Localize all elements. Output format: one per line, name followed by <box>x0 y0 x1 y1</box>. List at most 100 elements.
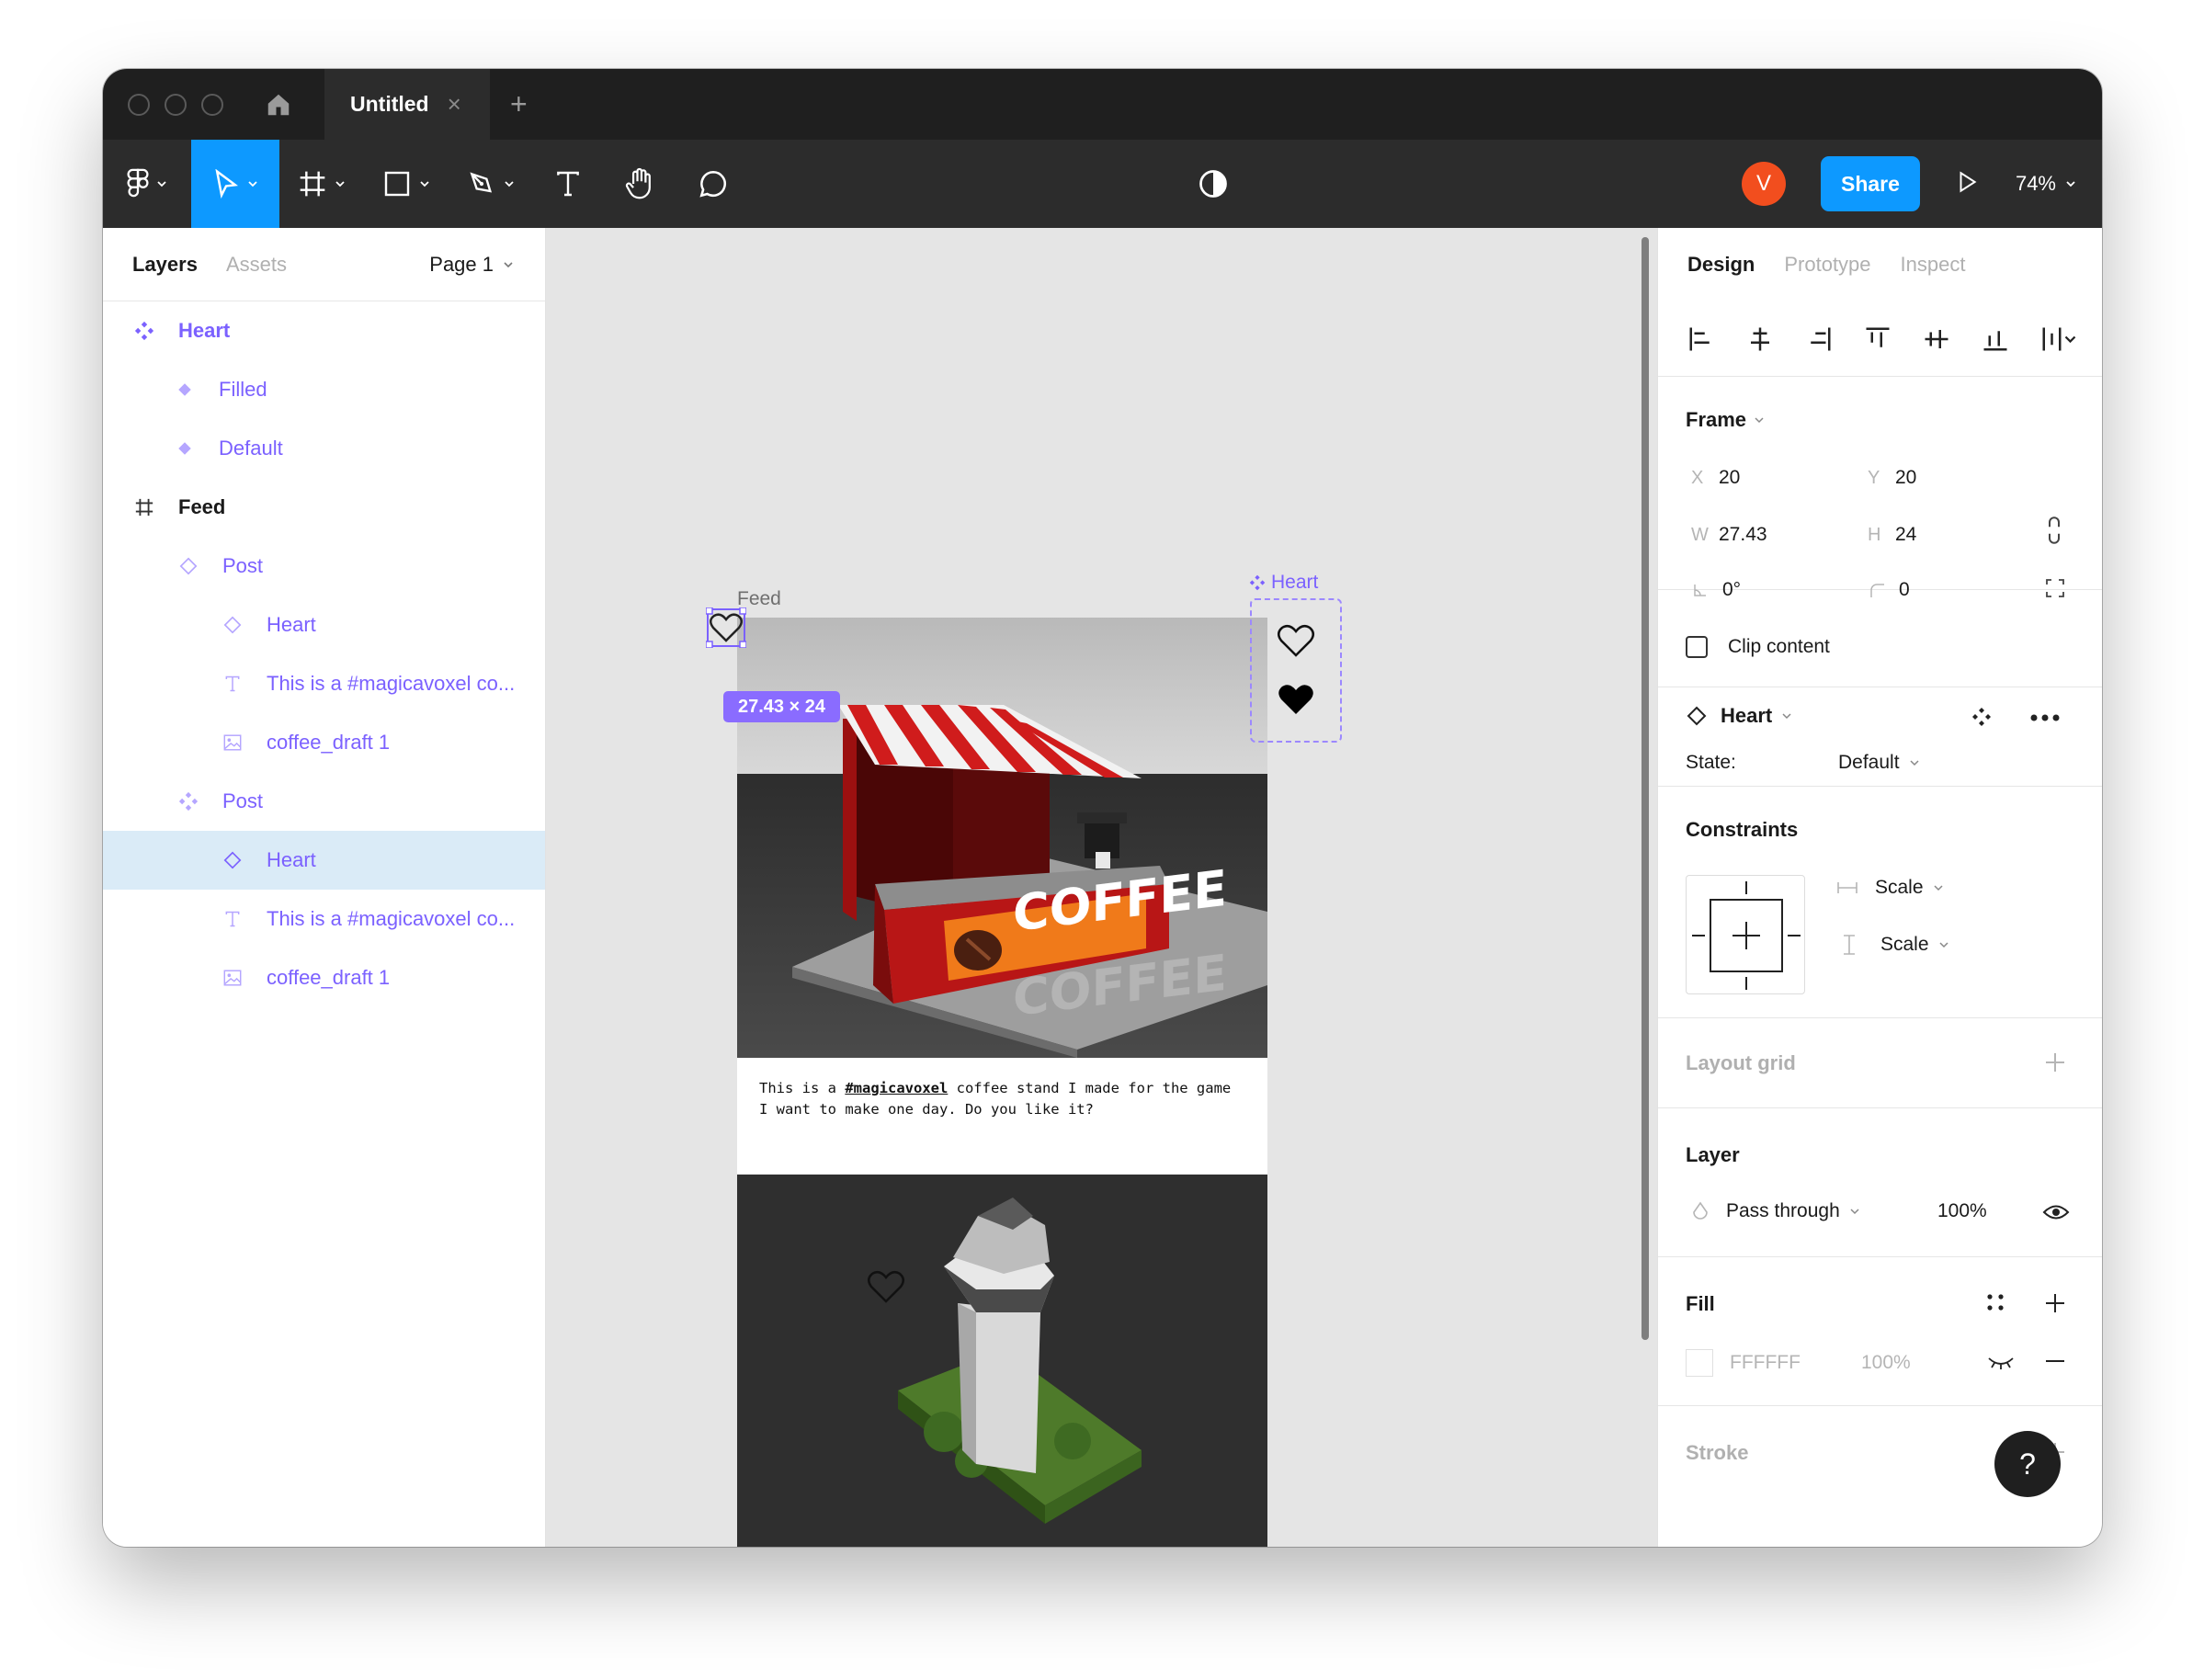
distribute-icon[interactable] <box>2039 325 2079 353</box>
align-vertical-center-icon[interactable] <box>1921 325 1952 353</box>
file-tab[interactable]: Untitled × <box>324 69 490 140</box>
tab-design[interactable]: Design <box>1687 253 1755 277</box>
layer-row-filled[interactable]: Filled <box>103 360 545 419</box>
tab-close-icon[interactable]: × <box>448 90 461 119</box>
image-icon <box>222 732 243 753</box>
text-icon <box>222 674 243 694</box>
fill-styles-icon[interactable] <box>1985 1292 2005 1312</box>
clip-content-checkbox[interactable]: Clip content <box>1686 636 1830 658</box>
corner-radius-field[interactable]: 0 <box>1868 579 1910 601</box>
layer-row-coffee-image-2[interactable]: coffee_draft 1 <box>103 948 545 1007</box>
layer-row-post-instance[interactable]: Post <box>103 537 545 596</box>
avatar[interactable]: V <box>1741 162 1786 206</box>
constraint-h-value: Scale <box>1875 877 1924 898</box>
frame-tool-button[interactable] <box>279 140 364 228</box>
canvas-scrollbar[interactable] <box>1642 237 1649 1340</box>
layer-row-caption-text[interactable]: This is a #magicavoxel co... <box>103 654 545 713</box>
play-icon <box>1960 170 1977 193</box>
layer-section: Layer Pass through 100% <box>1658 1108 2102 1257</box>
fill-opacity: 100% <box>1860 1352 1911 1373</box>
heart-instance-post2[interactable] <box>866 1268 906 1310</box>
go-to-main-component-icon[interactable] <box>1971 706 1993 728</box>
new-tab-button[interactable]: + <box>510 87 528 121</box>
constraints-widget[interactable] <box>1686 875 1805 994</box>
horizontal-constraint-icon <box>1837 882 1857 893</box>
add-fill-icon[interactable] <box>2044 1292 2066 1314</box>
coffee-stand-image[interactable]: COFFEE COFFEE <box>737 618 1267 1058</box>
hand-tool-button[interactable] <box>603 140 676 228</box>
state-dropdown[interactable]: Default <box>1838 752 1920 774</box>
align-right-icon[interactable] <box>1803 325 1835 353</box>
layer-row-post-component[interactable]: Post <box>103 772 545 831</box>
move-tool-button[interactable] <box>191 140 279 228</box>
hidden-eye-icon[interactable] <box>1987 1355 2015 1369</box>
heart-instance-selected[interactable] <box>705 607 747 653</box>
frame-section: Frame X 20 Y 20 W 27.43 H 24 <box>1658 377 2102 590</box>
rotation-field[interactable]: 0° <box>1691 579 1741 601</box>
chevron-down-icon <box>1782 713 1791 720</box>
height-field[interactable]: H 24 <box>1868 524 1916 546</box>
comment-tool-button[interactable] <box>676 140 750 228</box>
page-name: Page 1 <box>429 252 494 276</box>
layer-row-heart-instance[interactable]: Heart <box>103 596 545 654</box>
clip-content-label: Clip content <box>1728 636 1830 657</box>
page-selector[interactable]: Page 1 <box>429 253 514 277</box>
layer-row-heart-selected[interactable]: Heart <box>103 831 545 890</box>
align-top-icon[interactable] <box>1862 325 1893 353</box>
theme-toggle-icon[interactable] <box>1197 167 1230 205</box>
window-controls <box>128 93 223 116</box>
align-left-icon[interactable] <box>1686 325 1717 353</box>
align-bottom-icon[interactable] <box>1980 325 2011 353</box>
fill-swatch[interactable] <box>1686 1349 1713 1377</box>
layer-row-coffee-image[interactable]: coffee_draft 1 <box>103 713 545 772</box>
horizontal-constraint-dropdown[interactable]: Scale <box>1836 877 1944 899</box>
y-field[interactable]: Y 20 <box>1868 467 1916 489</box>
hashtag-link[interactable]: #magicavoxel <box>845 1080 948 1096</box>
post-caption[interactable]: This is a #magicavoxel coffee stand I ma… <box>737 1058 1267 1175</box>
zoom-window-button[interactable] <box>201 93 223 116</box>
layer-label: Default <box>219 437 283 460</box>
shape-tool-button[interactable] <box>364 140 449 228</box>
instance-icon <box>178 556 199 576</box>
align-horizontal-center-icon[interactable] <box>1744 325 1776 353</box>
tab-inspect[interactable]: Inspect <box>1901 253 1966 277</box>
remove-fill-icon[interactable] <box>2044 1358 2066 1364</box>
layer-row-caption-text-2[interactable]: This is a #magicavoxel co... <box>103 890 545 948</box>
home-icon[interactable] <box>260 86 297 123</box>
help-button[interactable]: ? <box>1994 1431 2061 1497</box>
instance-name-dropdown[interactable]: Heart <box>1686 704 1792 728</box>
main-menu-button[interactable] <box>103 140 191 228</box>
pen-tool-button[interactable] <box>449 140 533 228</box>
tab-prototype[interactable]: Prototype <box>1784 253 1870 277</box>
present-button[interactable] <box>1955 170 1979 199</box>
layer-label: This is a #magicavoxel co... <box>267 672 516 695</box>
tower-image[interactable] <box>737 1175 1267 1547</box>
zoom-dropdown[interactable]: 74% <box>2016 172 2076 196</box>
constrain-proportions-icon[interactable] <box>2044 516 2064 544</box>
tab-layers[interactable]: Layers <box>132 253 198 277</box>
independent-corners-icon[interactable] <box>2044 577 2066 599</box>
blend-mode-dropdown[interactable]: Pass through <box>1691 1200 1860 1222</box>
width-field[interactable]: W 27.43 <box>1691 524 1767 546</box>
add-layout-grid-icon[interactable] <box>2044 1051 2066 1073</box>
layer-opacity-field[interactable]: 100% <box>1937 1200 1987 1222</box>
share-button[interactable]: Share <box>1820 156 1920 211</box>
tab-assets[interactable]: Assets <box>226 253 287 277</box>
layer-row-default[interactable]: Default <box>103 419 545 478</box>
visibility-eye-icon[interactable] <box>2042 1202 2070 1222</box>
heart-component-label[interactable]: Heart <box>1249 572 1318 594</box>
heart-component-set[interactable] <box>1250 598 1342 743</box>
vertical-constraint-dropdown[interactable]: Scale <box>1842 934 1949 956</box>
frame-title-dropdown[interactable]: Frame <box>1686 408 1765 432</box>
layer-row-feed[interactable]: Feed <box>103 478 545 537</box>
comment-icon <box>699 170 726 198</box>
layer-row-heart-component-set[interactable]: Heart <box>103 301 545 360</box>
fill-row[interactable]: FFFFFF 100% <box>1686 1349 1911 1377</box>
layout-grid-section: Layout grid <box>1658 1018 2102 1108</box>
more-options-icon[interactable] <box>2029 713 2061 722</box>
frame-tool-icon <box>300 171 325 197</box>
close-window-button[interactable] <box>128 93 150 116</box>
x-field[interactable]: X 20 <box>1691 467 1740 489</box>
text-tool-button[interactable] <box>533 140 603 228</box>
minimize-window-button[interactable] <box>165 93 187 116</box>
